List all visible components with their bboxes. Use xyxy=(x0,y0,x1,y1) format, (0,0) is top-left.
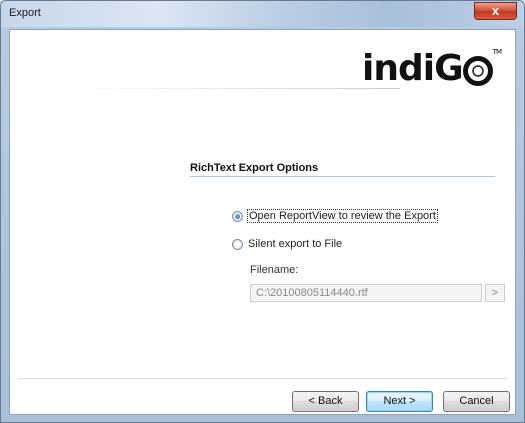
option-label[interactable]: Open ReportView to review the Export xyxy=(247,209,438,223)
section-divider xyxy=(190,176,495,177)
section-title: RichText Export Options xyxy=(190,162,319,174)
next-button[interactable]: Next > xyxy=(366,391,433,412)
export-dialog: Export x indiG TM RichText Export Options… xyxy=(0,0,525,423)
chevron-right-icon: > xyxy=(491,287,499,299)
browse-button[interactable]: > xyxy=(485,284,505,302)
option-open-reportview[interactable]: Open ReportView to review the Export xyxy=(232,209,438,223)
logo-ring-icon xyxy=(462,56,493,86)
logo-tm: TM xyxy=(492,48,502,56)
filename-label: Filename: xyxy=(250,264,299,276)
radio-open-reportview[interactable] xyxy=(232,210,243,222)
close-icon: x xyxy=(491,3,500,18)
filename-field[interactable]: C:\20100805114440.rtf xyxy=(250,284,482,302)
header-divider xyxy=(70,88,400,89)
option-silent-export[interactable]: Silent export to File xyxy=(232,238,342,250)
logo-text: indi xyxy=(362,48,435,89)
close-button[interactable]: x xyxy=(474,2,517,20)
indigo-logo: indiG TM xyxy=(362,48,502,92)
back-button[interactable]: < Back xyxy=(292,391,359,412)
footer-divider xyxy=(18,378,507,379)
radio-silent-export[interactable] xyxy=(232,238,243,250)
title-bar[interactable]: Export x xyxy=(1,1,524,27)
cancel-button[interactable]: Cancel xyxy=(443,391,510,412)
dialog-content: indiG TM RichText Export Options Open Rep… xyxy=(9,29,516,415)
logo-g: G xyxy=(434,48,464,89)
option-label[interactable]: Silent export to File xyxy=(248,238,342,250)
window-title: Export xyxy=(9,7,41,19)
